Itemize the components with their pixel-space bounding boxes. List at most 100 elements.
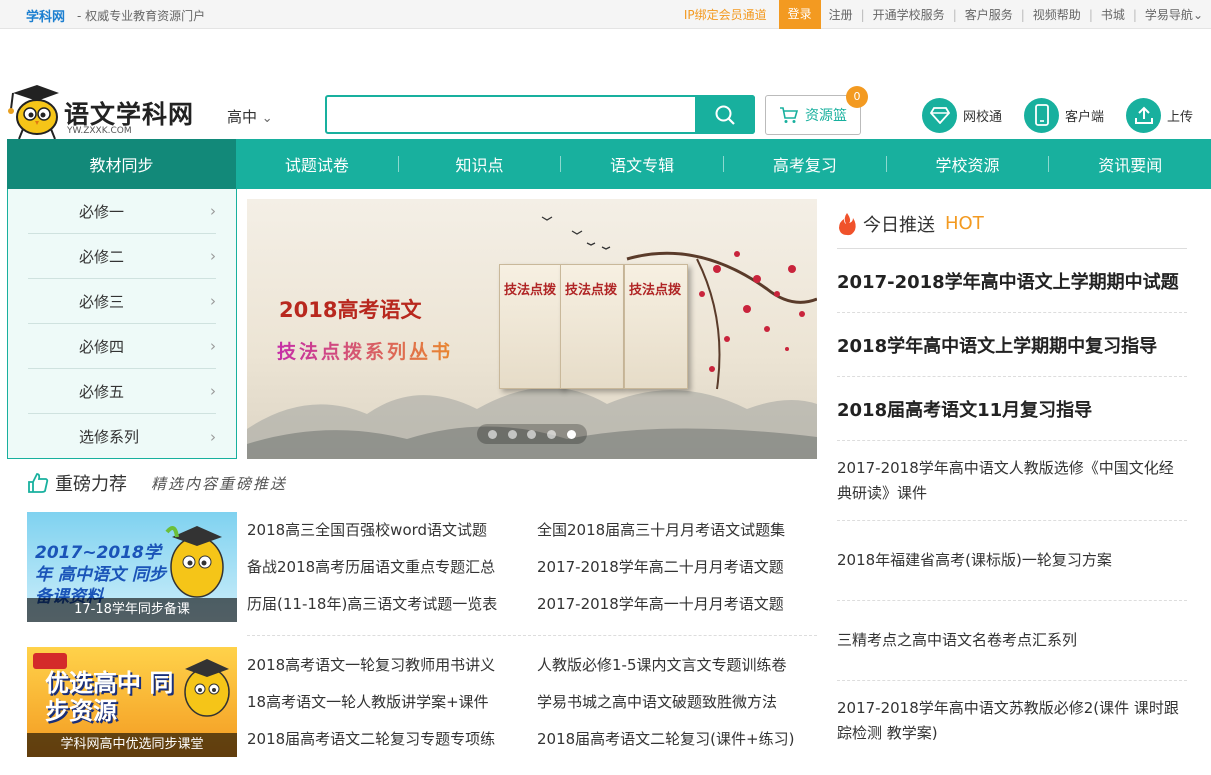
owl-mascot-icon xyxy=(8,85,59,140)
recommend-image-text: 优选高中 同步资源 xyxy=(45,669,174,725)
site-logo[interactable]: 语文学科网 YW.ZXXK.COM xyxy=(7,83,207,143)
carousel-dots xyxy=(477,424,587,444)
chevron-right-icon: › xyxy=(210,427,216,446)
chevron-right-icon: › xyxy=(210,337,216,355)
grade-label: 高中 xyxy=(227,108,258,126)
recommend-link[interactable]: 2018届高考语文二轮复习(课件+练习) xyxy=(537,721,817,758)
nav-item-textbook-sync[interactable]: 教材同步 xyxy=(7,139,236,189)
search-input[interactable] xyxy=(327,97,687,132)
carousel-dot[interactable] xyxy=(507,429,517,439)
recommend-link[interactable]: 2018高三全国百强校word语文试题 xyxy=(247,512,537,549)
chevron-right-icon: › xyxy=(210,292,216,310)
today-push-header: 今日推送 HOT xyxy=(837,199,1187,249)
today-push-item[interactable]: 2017-2018学年高中语文人教版选修《中国文化经典研读》课件 xyxy=(837,441,1187,521)
nav-item-news[interactable]: 资讯要闻 xyxy=(1049,139,1211,189)
grade-selector[interactable]: 高中 ⌄ xyxy=(227,106,273,127)
banner-book-2: 技法点拨 xyxy=(560,264,624,389)
top-link-list: 注册 | 开通学校服务 | 客户服务 | 视频帮助 | 书城 | 学易导航⌄ xyxy=(821,6,1211,23)
customer-service-link[interactable]: 客户服务 xyxy=(957,6,1021,23)
client-link[interactable]: 客户端 xyxy=(1024,97,1104,133)
recommend-link[interactable]: 2018高考语文一轮复习教师用书讲义 xyxy=(247,647,537,684)
login-button[interactable]: 登录 xyxy=(778,0,821,29)
sidebar-item-bixiu2[interactable]: 必修二 › xyxy=(28,234,216,279)
today-push-item[interactable]: 2017-2018学年高中语文苏教版必修2(课件 课时跟踪检测 教学案) xyxy=(837,681,1187,761)
search-box xyxy=(325,95,755,134)
basket-count-badge: 0 xyxy=(846,86,868,108)
site-brand-link[interactable]: 学科网 xyxy=(26,6,65,25)
upload-icon xyxy=(1126,97,1161,133)
chevron-down-icon: ⌄ xyxy=(1192,8,1203,22)
sidebar-item-bixiu3[interactable]: 必修三 › xyxy=(28,279,216,324)
recommend-title: 重磅力荐 xyxy=(55,474,127,495)
today-push-item[interactable]: 三精考点之高中语文名卷考点汇系列 xyxy=(837,601,1187,681)
sidebar-item-bixiu5[interactable]: 必修五 › xyxy=(28,369,216,414)
today-push-item[interactable]: 2018年福建省高考(课标版)一轮复习方案 xyxy=(837,521,1187,601)
recommend-list: 2018高三全国百强校word语文试题 全国2018届高三十月月考语文试题集 备… xyxy=(247,512,817,623)
nav-item-knowledge[interactable]: 知识点 xyxy=(399,139,561,189)
phone-icon xyxy=(1024,97,1059,133)
recommend-image-caption: 学科网高中优选同步课堂 xyxy=(27,733,237,757)
carousel-dot[interactable] xyxy=(487,429,497,439)
chevron-right-icon: › xyxy=(210,382,216,400)
today-push-headline[interactable]: 2017-2018学年高中语文上学期期中试题 xyxy=(837,249,1187,313)
textbook-sidebar: 必修一 › 必修二 › 必修三 › 必修四 › 必修五 › 选修系列 › xyxy=(7,189,237,459)
chevron-right-icon: › xyxy=(210,247,216,265)
nav-item-school[interactable]: 学校资源 xyxy=(887,139,1049,189)
cart-icon xyxy=(780,107,799,123)
recommend-block: 优选高中 同步资源 学科网高中优选同步课堂 2018高考语文一轮复习教师用书讲义… xyxy=(27,647,817,757)
today-push-headline[interactable]: 2018学年高中语文上学期期中复习指导 xyxy=(837,313,1187,377)
sidebar-item-elective[interactable]: 选修系列 › xyxy=(28,414,216,459)
carousel-dot-active[interactable] xyxy=(567,429,577,439)
diamond-icon xyxy=(922,97,957,133)
banner-book-3: 技法点拨 xyxy=(624,264,688,389)
basket-label: 资源篮 xyxy=(805,108,847,124)
recommend-link[interactable]: 18高考语文一轮人教版讲学案+课件 xyxy=(247,684,537,721)
recommend-list: 2018高考语文一轮复习教师用书讲义 人教版必修1-5课内文言文专题训练卷 18… xyxy=(247,647,817,758)
site-slogan: - 权威专业教育资源门户 xyxy=(77,9,206,23)
main-nav: 教材同步 试题试卷 知识点 语文专辑 高考复习 学校资源 资讯要闻 xyxy=(7,139,1211,189)
thumbs-up-icon xyxy=(28,473,49,493)
carousel-dot[interactable] xyxy=(527,429,537,439)
top-bar: 学科网 - 权威专业教育资源门户 IP绑定会员通道 登录 注册 | 开通学校服务 |… xyxy=(0,0,1211,29)
register-link[interactable]: 注册 xyxy=(821,6,861,23)
ip-bind-link[interactable]: IP绑定会员通道 xyxy=(684,6,767,23)
nav-item-special[interactable]: 语文专辑 xyxy=(561,139,723,189)
recommend-image[interactable]: 2017~2018学年 高中语文 同步备课资料 17-18学年同步备课 xyxy=(27,512,237,622)
recommend-header: 重磅力荐 精选内容重磅推送 xyxy=(27,470,287,496)
today-push-headline[interactable]: 2018届高考语文11月复习指导 xyxy=(837,377,1187,441)
sidebar-item-bixiu4[interactable]: 必修四 › xyxy=(28,324,216,369)
recommend-image[interactable]: 优选高中 同步资源 学科网高中优选同步课堂 xyxy=(27,647,237,757)
navigation-link[interactable]: 学易导航⌄ xyxy=(1137,6,1211,23)
recommend-link[interactable]: 2017-2018学年高二十月月考语文题 xyxy=(537,549,817,586)
promo-banner[interactable]: 2018高考语文 技法点拨系列丛书 技法点拨 技法点拨 技法点拨 xyxy=(247,199,817,459)
logo-subtitle: YW.ZXXK.COM xyxy=(67,126,132,136)
upload-link[interactable]: 上传 xyxy=(1126,97,1193,133)
recommend-image-caption: 17-18学年同步备课 xyxy=(27,598,237,622)
recommend-link[interactable]: 人教版必修1-5课内文言文专题训练卷 xyxy=(537,647,817,684)
divider xyxy=(247,635,817,636)
recommend-subtitle: 精选内容重磅推送 xyxy=(151,474,288,493)
recommend-link[interactable]: 备战2018高考历届语文重点专题汇总 xyxy=(247,549,537,586)
hot-label: HOT xyxy=(945,213,984,234)
search-button[interactable] xyxy=(695,95,755,134)
nav-item-gaokao[interactable]: 高考复习 xyxy=(724,139,886,189)
bookstore-link[interactable]: 书城 xyxy=(1093,6,1133,23)
recommend-link[interactable]: 全国2018届高三十月月考语文试题集 xyxy=(537,512,817,549)
banner-title: 2018高考语文 xyxy=(279,298,422,322)
wangxiaotong-link[interactable]: 网校通 xyxy=(922,97,1002,133)
carousel-dot[interactable] xyxy=(547,429,557,439)
today-push-title: 今日推送 xyxy=(863,214,935,236)
recommend-block: 2017~2018学年 高中语文 同步备课资料 17-18学年同步备课 2018… xyxy=(27,512,817,622)
banner-book-1: 技法点拨 xyxy=(499,264,563,389)
school-service-link[interactable]: 开通学校服务 xyxy=(865,6,953,23)
chevron-down-icon: ⌄ xyxy=(261,111,273,126)
recommend-link[interactable]: 2018届高考语文二轮复习专题专项练 xyxy=(247,721,537,758)
search-icon xyxy=(715,105,735,125)
recommend-link[interactable]: 历届(11-18年)高三语文考试题一览表 xyxy=(247,586,537,623)
video-help-link[interactable]: 视频帮助 xyxy=(1025,6,1089,23)
recommend-link[interactable]: 学易书城之高中语文破题致胜微方法 xyxy=(537,684,817,721)
sidebar-item-bixiu1[interactable]: 必修一 › xyxy=(28,189,216,234)
resource-basket-button[interactable]: 资源篮 0 xyxy=(765,86,868,135)
recommend-link[interactable]: 2017-2018学年高一十月月考语文题 xyxy=(537,586,817,623)
nav-item-exams[interactable]: 试题试卷 xyxy=(236,139,398,189)
